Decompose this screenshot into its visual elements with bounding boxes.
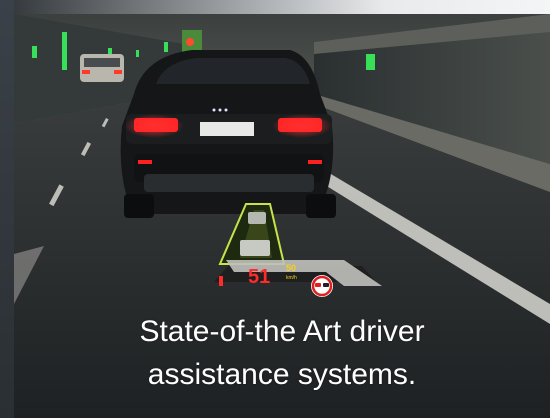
caption-line-1: State-of-the Art driver [139, 315, 425, 348]
hud-speed-limit: 50 [286, 263, 297, 273]
caption-line-2: assistance systems. [147, 358, 417, 391]
slide-left-edge [0, 0, 14, 418]
car-rear-photo [120, 50, 336, 218]
slide-photo: 51 50 km/h State-of-the Art driver assis… [0, 0, 550, 418]
hud-speed-unit: km/h [286, 275, 297, 281]
hud-current-speed: 51 [248, 266, 271, 288]
no-overtaking-sign-icon [311, 275, 333, 297]
slide-top-edge [0, 0, 550, 14]
